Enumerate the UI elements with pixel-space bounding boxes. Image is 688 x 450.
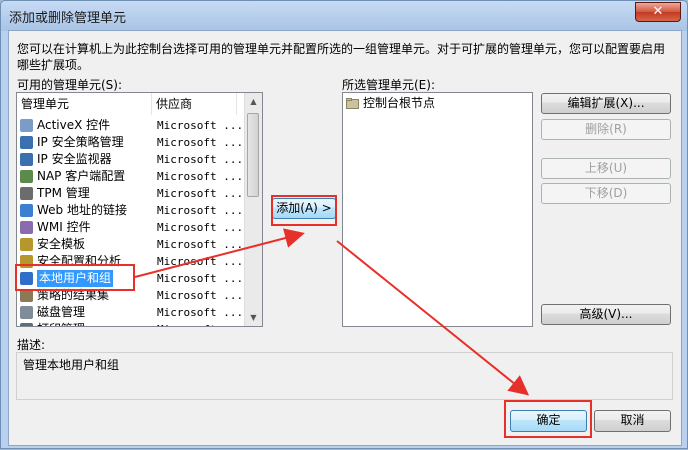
move-up-button[interactable]: 上移(U) — [541, 158, 671, 179]
selected-snapins-label: 所选管理单元(E): — [342, 78, 435, 92]
ip-monitor-icon — [20, 153, 33, 166]
column-header-name[interactable]: 管理单元 — [17, 93, 152, 115]
snapin-vendor: Microsoft ... — [157, 221, 244, 234]
snapin-vendor: Microsoft ... — [157, 321, 243, 326]
intro-text: 您可以在计算机上为此控制台选择可用的管理单元并配置所选的一组管理单元。对于可扩展… — [17, 42, 666, 72]
snapin-name: 打印管理 — [37, 321, 85, 326]
web-link-icon — [20, 204, 33, 217]
snapin-item[interactable]: IP 安全策略管理 Microsoft ... — [17, 134, 243, 151]
selected-snapins-list[interactable]: 控制台根节点 — [342, 92, 533, 327]
close-button[interactable]: ✕ — [635, 2, 681, 22]
snapin-item[interactable]: WMI 控件 Microsoft ... — [17, 219, 243, 236]
available-snapins-list[interactable]: 管理单元 供应商 ActiveX 控件 Microsoft ... IP 安全策略管… — [16, 92, 263, 327]
disk-icon — [20, 306, 33, 319]
snapin-vendor: Microsoft ... — [157, 136, 244, 149]
cancel-button[interactable]: 取消 — [594, 410, 671, 432]
description-label: 描述: — [17, 338, 46, 352]
snapin-vendor: Microsoft ... — [157, 272, 244, 285]
tpm-icon — [20, 187, 33, 200]
snapin-item[interactable]: TPM 管理 Microsoft ... — [17, 185, 243, 202]
scroll-up-icon[interactable]: ▲ — [245, 93, 262, 110]
snapin-vendor: Microsoft ... — [157, 187, 244, 200]
description-box: 管理本地用户和组 — [16, 352, 673, 400]
snapin-name: Web 地址的链接 — [37, 203, 127, 217]
snapin-item[interactable]: NAP 客户端配置 Microsoft ... — [17, 168, 243, 185]
snapin-item[interactable]: 安全模板 Microsoft ... — [17, 236, 243, 253]
snapin-name: IP 安全策略管理 — [37, 135, 124, 149]
snapin-item[interactable]: Web 地址的链接 Microsoft ... — [17, 202, 243, 219]
snapin-vendor: Microsoft ... — [157, 204, 244, 217]
description-text: 管理本地用户和组 — [23, 358, 120, 372]
snapin-vendor: Microsoft ... — [157, 170, 244, 183]
print-icon — [20, 323, 33, 326]
snapin-item[interactable]: 磁盘管理 Microsoft ... — [17, 304, 243, 321]
snapin-item[interactable]: 打印管理 Microsoft ... — [17, 321, 243, 326]
snapin-name: 磁盘管理 — [37, 305, 86, 319]
ip-security-icon — [20, 136, 33, 149]
edit-extensions-button[interactable]: 编辑扩展(X)... — [541, 93, 671, 114]
snapin-name: ActiveX 控件 — [37, 118, 111, 132]
console-root-item[interactable]: 控制台根节点 — [343, 95, 532, 112]
snapin-name: 安全模板 — [37, 237, 86, 251]
folder-icon — [346, 98, 359, 109]
wmi-icon — [20, 221, 33, 234]
remove-button[interactable]: 删除(R) — [541, 119, 671, 140]
window-title: 添加或删除管理单元 — [9, 11, 127, 26]
column-header-vendor[interactable]: 供应商 — [152, 93, 237, 115]
snapin-vendor: Microsoft ... — [157, 255, 244, 268]
move-down-button[interactable]: 下移(D) — [541, 183, 671, 204]
snapin-vendor: Microsoft ... — [157, 238, 244, 251]
add-remove-snapins-dialog: 添加或删除管理单元 ✕ 您可以在计算机上为此控制台选择可用的管理单元并配置所选的… — [0, 0, 688, 449]
activex-icon — [20, 119, 33, 132]
security-template-icon — [20, 238, 33, 251]
advanced-button[interactable]: 高级(V)... — [541, 304, 671, 325]
highlight-ok-button — [504, 400, 592, 438]
nap-icon — [20, 170, 33, 183]
list-scrollbar[interactable]: ▲ ▼ — [244, 93, 262, 326]
snapin-name: IP 安全监视器 — [37, 152, 112, 166]
console-root-label: 控制台根节点 — [363, 96, 436, 110]
snapin-item[interactable]: IP 安全监视器 Microsoft ... — [17, 151, 243, 168]
snapin-vendor: Microsoft ... — [157, 153, 244, 166]
snapin-vendor: Microsoft ... — [157, 289, 244, 302]
snapin-name: NAP 客户端配置 — [37, 169, 126, 183]
snapin-item[interactable]: ActiveX 控件 Microsoft ... — [17, 117, 243, 134]
snapin-vendor: Microsoft ... — [157, 306, 244, 319]
snapin-name: WMI 控件 — [37, 220, 91, 234]
highlight-local-users — [15, 264, 135, 291]
snapin-name: TPM 管理 — [37, 186, 90, 200]
scroll-thumb[interactable] — [247, 113, 259, 197]
scroll-down-icon[interactable]: ▼ — [245, 309, 262, 326]
dialog-body: 您可以在计算机上为此控制台选择可用的管理单元并配置所选的一组管理单元。对于可扩展… — [8, 30, 682, 446]
available-snapins-label: 可用的管理单元(S): — [17, 78, 123, 92]
snapin-vendor: Microsoft ... — [157, 119, 244, 132]
title-bar[interactable]: 添加或删除管理单元 ✕ — [1, 1, 687, 29]
highlight-add-button — [271, 195, 337, 226]
